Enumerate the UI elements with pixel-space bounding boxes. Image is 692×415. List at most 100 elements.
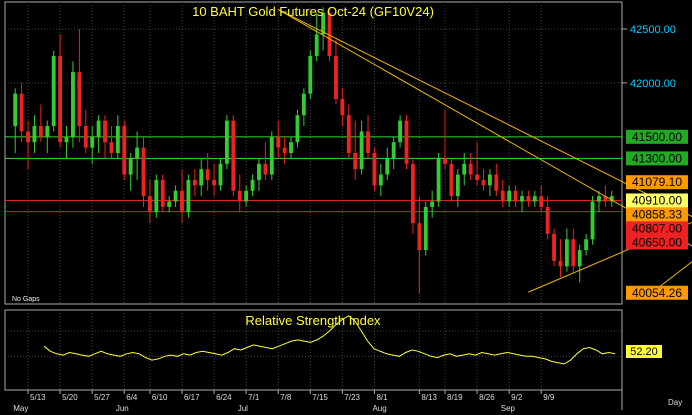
month-label: Sep [501, 404, 516, 413]
candle-body [513, 190, 518, 202]
candle-body [494, 174, 499, 191]
candle-body [19, 93, 24, 132]
candle-body [500, 190, 505, 202]
candle-body [468, 163, 473, 175]
month-label: Jun [116, 404, 129, 413]
candle-body [38, 126, 43, 137]
level-label-text: 40807.00 [632, 221, 682, 235]
candle-up [71, 61, 75, 148]
x-tick-label: 5/13 [30, 393, 46, 402]
x-tick-label: 7/23 [344, 393, 360, 402]
candle-body [128, 158, 133, 175]
candle-body [224, 120, 229, 164]
candle-up [154, 174, 159, 218]
x-tick-label: 6/17 [184, 393, 200, 402]
y-tick-label: 42500.00 [630, 24, 676, 36]
candle-body [590, 201, 595, 240]
candle-body [212, 179, 216, 186]
candle-body [532, 196, 537, 202]
candle-body [558, 260, 563, 267]
candle-body [154, 179, 159, 213]
candle-body [391, 142, 396, 159]
candle-body [64, 136, 69, 143]
candle-body [77, 72, 82, 127]
candle-up [269, 131, 274, 180]
candle-body [372, 153, 377, 186]
candle-body [218, 163, 223, 186]
x-tick-label: 6/10 [152, 393, 168, 402]
candle-body [436, 158, 441, 202]
candle-body [199, 169, 204, 186]
candle-body [192, 179, 197, 186]
level-label-text: 40910.00 [632, 193, 682, 207]
candle-body [417, 223, 422, 251]
level-label-text: 41500.00 [632, 130, 682, 144]
candle-body [173, 190, 178, 202]
candle-body [237, 190, 242, 202]
candle-down [122, 120, 127, 180]
candle-up [51, 50, 56, 132]
candle-body [90, 136, 95, 148]
x-tick-label: 7/15 [312, 393, 328, 402]
no-gaps-note: No Gaps [12, 296, 40, 303]
level-label-text: 40650.00 [632, 235, 682, 249]
candle-body [141, 147, 146, 197]
x-tick-label: 8/13 [421, 393, 437, 402]
candle-body [115, 126, 120, 153]
level-label-text: 41300.00 [632, 151, 682, 165]
candle-body [308, 55, 313, 94]
month-label: Jul [238, 404, 248, 413]
candle-body [289, 142, 293, 153]
rsi-value-label: 52.20 [626, 345, 662, 358]
candle-up [436, 153, 441, 207]
candle-body [205, 169, 210, 180]
candle-body [411, 163, 415, 224]
candle-body [481, 179, 486, 186]
candle-body [314, 34, 319, 56]
candle-up [423, 201, 428, 256]
candle-body [122, 126, 127, 175]
candle-body [443, 158, 447, 164]
candle-body [51, 55, 56, 127]
candle-body [45, 126, 50, 137]
candle-body [282, 147, 287, 153]
candle-body [597, 196, 601, 202]
candle-body [545, 206, 550, 234]
candle-body [423, 206, 428, 251]
candle-body [398, 120, 403, 143]
candle-up [590, 196, 595, 245]
candle-body [462, 163, 467, 175]
candle-down [411, 158, 415, 234]
level-label-text: 41079.10 [632, 175, 682, 189]
candle-body [167, 201, 172, 207]
x-tick-label: 8/26 [479, 393, 495, 402]
candle-body [378, 174, 383, 186]
candle-body [475, 174, 480, 180]
x-axis-unit-label: Day [668, 398, 682, 407]
candle-body [269, 136, 274, 175]
candle-body [366, 131, 370, 153]
candle-body [58, 55, 63, 143]
chart-frame: 42500.00 42000.00 41500.00 41300.00 41079.1… [0, 0, 692, 415]
candle-down [160, 174, 165, 213]
candle-body [186, 179, 191, 213]
candle-body [520, 196, 524, 202]
candle-body [564, 239, 569, 267]
candle-body [455, 174, 460, 197]
candle-body [96, 120, 101, 137]
candle-body [385, 158, 390, 175]
candle-body [359, 131, 364, 170]
candle-body [552, 233, 556, 261]
candle-body [135, 147, 140, 159]
candle-body [577, 250, 582, 267]
candle-body [13, 93, 18, 127]
candle-body [250, 179, 255, 191]
candle-body [526, 196, 531, 202]
candle-down [404, 115, 409, 170]
candle-up [308, 50, 313, 100]
candle-body [71, 72, 75, 137]
candle-up [186, 174, 191, 218]
candle-body [539, 196, 544, 207]
level-label-text: 40054.26 [632, 286, 682, 300]
candle-body [334, 55, 338, 100]
